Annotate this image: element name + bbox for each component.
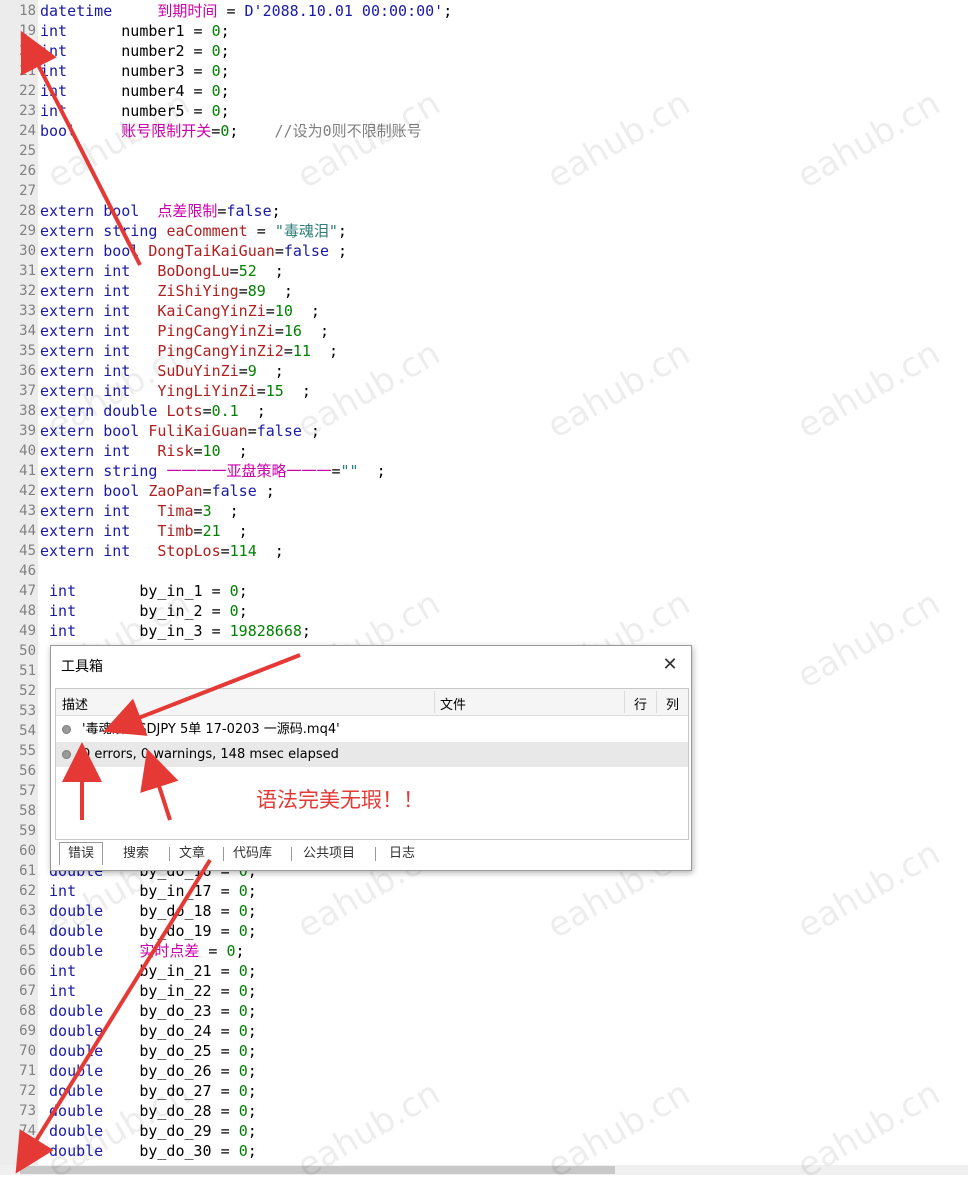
arrow-down-left [15,858,212,1174]
arrow-to-warnings [140,748,179,821]
annotation-arrows [15,30,301,1174]
arrow-up-left [20,30,142,266]
arrow-to-file [103,653,301,736]
